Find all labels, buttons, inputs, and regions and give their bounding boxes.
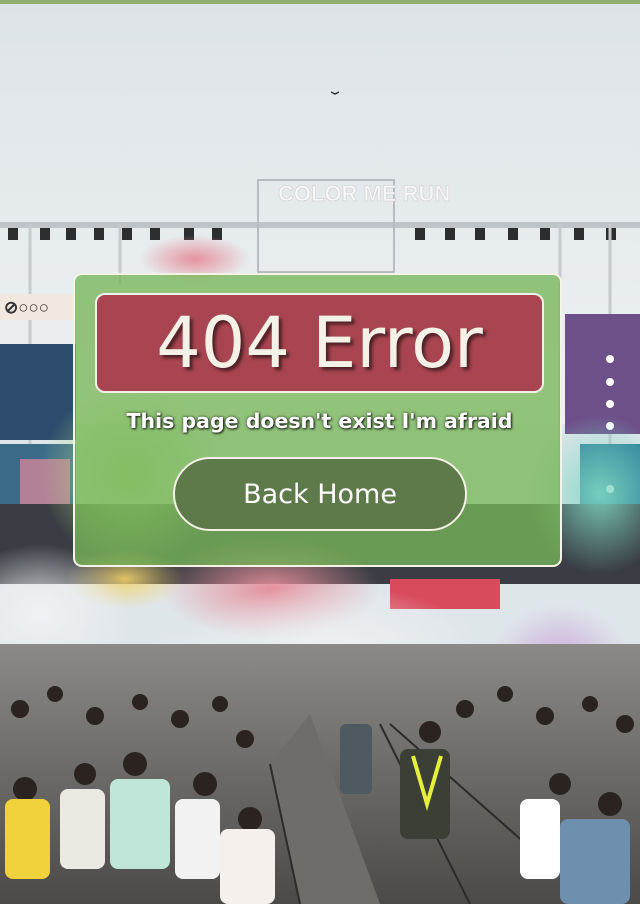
error-title-box: 404 Error	[95, 293, 544, 393]
error-message: This page doesn't exist I'm afraid	[126, 409, 513, 433]
top-accent-bar	[0, 0, 640, 4]
back-home-button[interactable]: Back Home	[173, 457, 467, 531]
error-page: COLOR ME RUN ⊘○○○ 404 Error This page do…	[0, 0, 640, 904]
error-card: 404 Error This page doesn't exist I'm af…	[73, 273, 562, 567]
error-title: 404 Error	[156, 302, 483, 384]
stage-sign-text: COLOR ME RUN	[278, 181, 450, 206]
banner-text: ⊘○○○	[4, 298, 49, 317]
